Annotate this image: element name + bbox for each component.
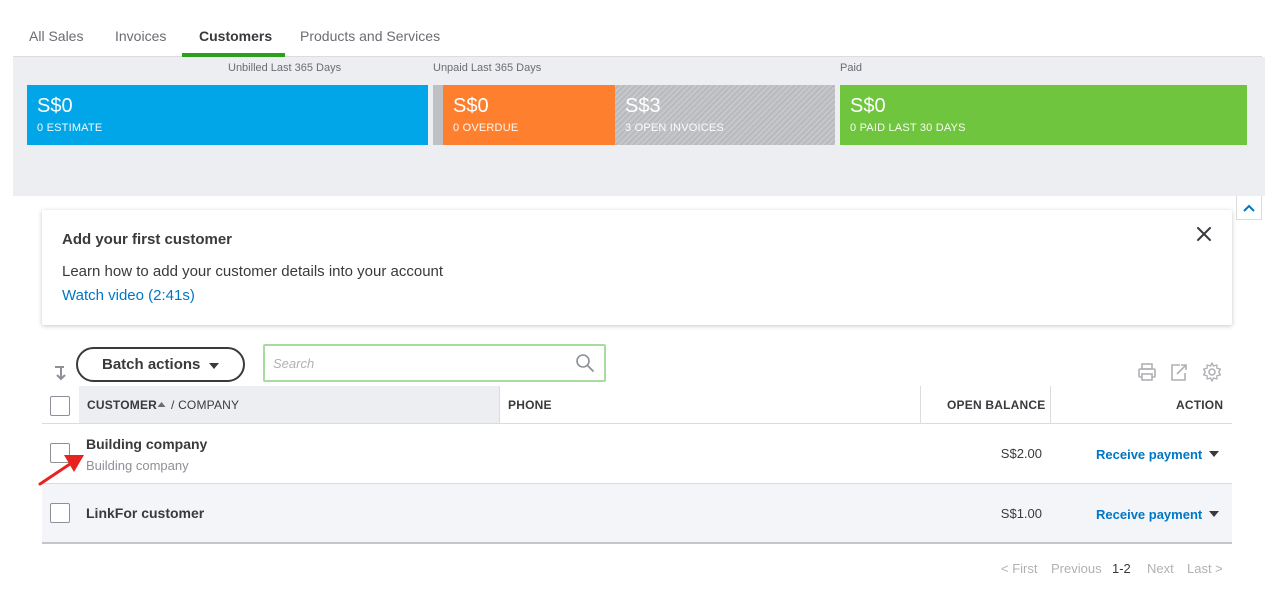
print-icon[interactable] xyxy=(1136,361,1158,383)
unpaid-left-stub xyxy=(433,85,443,145)
tab-customers[interactable]: Customers xyxy=(199,28,272,44)
pagination-last[interactable]: Last > xyxy=(1187,561,1223,576)
chevron-down-icon[interactable] xyxy=(1209,451,1219,457)
batch-actions-button[interactable]: Batch actions xyxy=(76,347,245,382)
tab-invoices[interactable]: Invoices xyxy=(115,28,166,44)
chevron-down-icon xyxy=(209,363,219,369)
pagination-range: 1-2 xyxy=(1112,561,1131,576)
export-icon[interactable] xyxy=(1168,361,1190,383)
sales-tabs: All Sales Invoices Customers Products an… xyxy=(13,0,1262,57)
receive-payment-link[interactable]: Receive payment xyxy=(1096,447,1202,462)
search-input[interactable] xyxy=(273,354,563,372)
card-title: Add your first customer xyxy=(62,231,233,248)
gear-icon[interactable] xyxy=(1201,361,1223,383)
tab-all-sales[interactable]: All Sales xyxy=(29,28,83,44)
open-balance: S$1.00 xyxy=(1000,506,1042,521)
unbilled-label: Unbilled Last 365 Days xyxy=(228,62,342,74)
estimate-segment[interactable]: S$0 0 ESTIMATE xyxy=(27,85,428,145)
chevron-down-icon[interactable] xyxy=(1209,511,1219,517)
estimate-caption: 0 ESTIMATE xyxy=(37,122,103,134)
customer-name[interactable]: LinkFor customer xyxy=(86,505,204,521)
customer-name[interactable]: Building company xyxy=(86,436,207,452)
select-all-checkbox[interactable] xyxy=(50,396,70,416)
pagination-first[interactable]: < First xyxy=(1001,561,1037,576)
open-invoices-amount: S$3 xyxy=(625,95,661,117)
customer-column-header[interactable]: CUSTOMER xyxy=(87,398,157,412)
open-invoices-segment[interactable]: S$3 3 OPEN INVOICES xyxy=(615,85,835,145)
table-row[interactable] xyxy=(42,424,1232,484)
watch-video-link[interactable]: Watch video (2:41s) xyxy=(62,287,195,304)
unpaid-label: Unpaid Last 365 Days xyxy=(433,62,542,74)
column-divider xyxy=(499,386,500,423)
search-box xyxy=(263,344,606,382)
phone-column-header[interactable]: PHONE xyxy=(508,398,552,412)
paid-segment[interactable]: S$0 0 PAID LAST 30 DAYS xyxy=(840,85,1247,145)
tab-products-and-services[interactable]: Products and Services xyxy=(300,28,440,44)
company-name: Building company xyxy=(86,458,189,473)
search-icon[interactable] xyxy=(575,353,595,373)
paid-amount: S$0 xyxy=(850,95,886,117)
sort-ascending-icon xyxy=(157,402,166,407)
overdue-caption: 0 OVERDUE xyxy=(453,122,519,134)
batch-actions-label: Batch actions xyxy=(102,356,201,373)
receive-payment-link[interactable]: Receive payment xyxy=(1096,507,1202,522)
open-invoices-caption: 3 OPEN INVOICES xyxy=(625,122,724,134)
estimate-amount: S$0 xyxy=(37,95,73,117)
row-checkbox[interactable] xyxy=(50,503,70,523)
paid-caption: 0 PAID LAST 30 DAYS xyxy=(850,122,966,134)
first-customer-card: Add your first customer Learn how to add… xyxy=(42,210,1232,325)
sort-arrow-icon[interactable] xyxy=(52,364,70,382)
table-row[interactable] xyxy=(42,484,1232,544)
pagination-previous[interactable]: Previous xyxy=(1051,561,1102,576)
red-arrow-annotation-icon xyxy=(38,455,84,486)
collapse-money-bar-button[interactable] xyxy=(1236,196,1262,220)
pagination-next[interactable]: Next xyxy=(1147,561,1174,576)
company-column-header[interactable]: / COMPANY xyxy=(171,398,239,412)
card-description: Learn how to add your customer details i… xyxy=(62,263,444,280)
action-column-header: ACTION xyxy=(1176,398,1224,412)
close-icon[interactable] xyxy=(1194,224,1214,244)
paid-label: Paid xyxy=(840,62,863,74)
open-balance-column-header[interactable]: OPEN BALANCE xyxy=(947,398,1045,412)
overdue-amount: S$0 xyxy=(453,95,489,117)
chevron-up-icon xyxy=(1243,204,1255,212)
column-divider xyxy=(920,386,921,423)
overdue-segment[interactable]: S$0 0 OVERDUE xyxy=(443,85,615,145)
column-divider xyxy=(1050,386,1051,423)
open-balance: S$2.00 xyxy=(1000,446,1042,461)
